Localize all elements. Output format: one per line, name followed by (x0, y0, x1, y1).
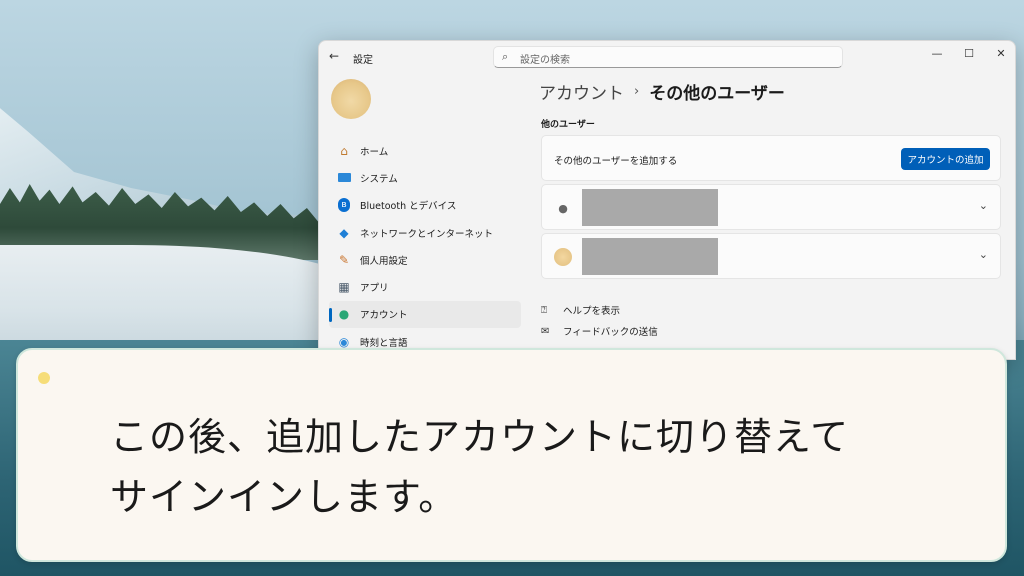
back-arrow-icon[interactable]: ← (329, 49, 339, 63)
subtitle-caption: この後、追加したアカウントに切り替えて サインインします。 (16, 348, 1007, 562)
chevron-down-icon[interactable]: ⌄ (979, 248, 988, 261)
sidebar-item-label: アカウント (360, 310, 408, 322)
sidebar-item-label: システム (360, 173, 398, 185)
sidebar-item-label: ホーム (360, 146, 389, 158)
breadcrumb: アカウント › その他のユーザー (539, 79, 785, 104)
person-icon: ● (558, 201, 568, 215)
sidebar-item-home[interactable]: ⌂ ホーム (329, 137, 521, 164)
user-avatar-icon (554, 248, 572, 266)
sidebar-item-network[interactable]: ◆ ネットワークとインターネット (329, 219, 521, 246)
sidebar-item-label: Bluetooth とデバイス (360, 201, 457, 213)
minimize-button[interactable]: — (927, 47, 947, 60)
help-link[interactable]: ⍰ ヘルプを表示 (541, 303, 621, 318)
home-icon: ⌂ (340, 143, 348, 158)
add-user-text: その他のユーザーを追加する (554, 156, 678, 167)
personalization-icon: ✎ (338, 252, 350, 267)
sidebar-item-label: ネットワークとインターネット (360, 228, 494, 240)
caption-line-1: この後、追加したアカウントに切り替えて (110, 415, 850, 459)
redacted-user-name (582, 189, 718, 226)
help-link-label: ヘルプを表示 (563, 306, 621, 317)
sidebar-item-label: 時刻と言語 (360, 337, 408, 349)
page-title: その他のユーザー (649, 84, 785, 104)
sidebar-item-label: アプリ (360, 283, 389, 295)
help-icon: ⍰ (541, 304, 547, 316)
system-icon (336, 170, 352, 186)
redacted-user-name (582, 238, 718, 275)
user-avatar[interactable] (331, 79, 371, 119)
search-placeholder: 設定の検索 (520, 55, 570, 66)
feedback-link-label: フィードバックの送信 (563, 327, 658, 338)
sidebar-item-system[interactable]: システム (329, 164, 521, 191)
network-icon: ◆ (339, 225, 349, 240)
breadcrumb-parent[interactable]: アカウント (539, 79, 624, 104)
feedback-icon: ✉ (541, 325, 550, 337)
sidebar-item-personalization[interactable]: ✎ 個人用設定 (329, 246, 521, 273)
section-title: 他のユーザー (541, 120, 595, 130)
add-account-button[interactable]: アカウントの追加 (901, 148, 990, 170)
title-bar: ← 設定 ⌕ 設定の検索 — ☐ ✕ (319, 41, 1015, 73)
sidebar-item-bluetooth[interactable]: ʙ Bluetooth とデバイス (329, 192, 521, 219)
user-account-row[interactable]: ⌄ (541, 233, 1001, 279)
bluetooth-icon: ʙ (336, 197, 352, 213)
settings-search-input[interactable]: ⌕ 設定の検索 (493, 46, 843, 68)
caption-line-2: サインインします。 (110, 475, 458, 519)
chevron-down-icon[interactable]: ⌄ (979, 199, 988, 212)
user-account-row[interactable]: ● ⌄ (541, 184, 1001, 230)
sidebar-item-accounts[interactable]: ● アカウント (329, 300, 521, 329)
settings-window: ← 設定 ⌕ 設定の検索 — ☐ ✕ ⌂ ホーム システム ʙ Bluetoot… (318, 40, 1016, 360)
sidebar-item-label: 個人用設定 (360, 255, 408, 267)
search-icon: ⌕ (502, 50, 509, 63)
accounts-icon: ● (338, 307, 350, 322)
caption-dot-icon (38, 372, 50, 384)
feedback-link[interactable]: ✉ フィードバックの送信 (541, 324, 658, 339)
sidebar-nav: ⌂ ホーム システム ʙ Bluetooth とデバイス ◆ ネットワークとイン… (329, 137, 521, 355)
maximize-button[interactable]: ☐ (959, 47, 979, 60)
add-user-card: その他のユーザーを追加する アカウントの追加 (541, 135, 1001, 181)
window-title: 設定 (353, 55, 373, 66)
wallpaper-snowfield (0, 245, 360, 355)
apps-icon: ▦ (338, 280, 350, 295)
sidebar-item-apps[interactable]: ▦ アプリ (329, 273, 521, 300)
breadcrumb-separator: › (634, 84, 640, 99)
close-button[interactable]: ✕ (991, 47, 1011, 60)
